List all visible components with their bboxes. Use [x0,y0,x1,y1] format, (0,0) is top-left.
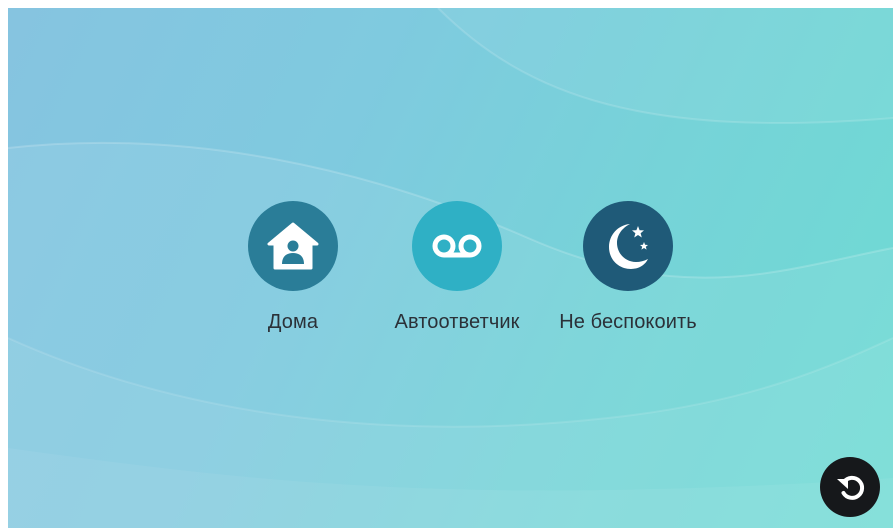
moon-stars-icon [609,224,648,269]
screen: Дома Автоответчик Не беспокоить [8,8,893,528]
do-not-disturb-button[interactable] [583,201,673,291]
mode-answering-machine-label: Автоответчик [394,311,520,333]
answering-machine-button[interactable] [412,201,502,291]
home-button[interactable] [248,201,338,291]
home-user-icon [267,222,319,270]
mode-do-not-disturb[interactable]: Не беспокоить [538,201,718,334]
back-button[interactable] [820,457,880,517]
mode-home-label: Дома [267,311,319,333]
mode-answering-machine[interactable]: Автоответчик [367,201,547,334]
back-arrow-icon [837,475,865,500]
mode-home[interactable]: Дома [203,201,383,334]
voicemail-icon [432,234,482,258]
mode-do-not-disturb-label: Не беспокоить [559,311,697,333]
